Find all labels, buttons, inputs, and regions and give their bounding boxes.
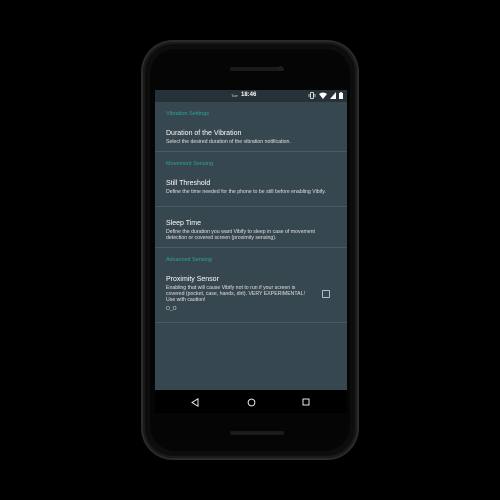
divider xyxy=(155,322,347,323)
pref-duration-summary: Select the desired duration of the vibra… xyxy=(166,139,291,145)
stage: Tue 18:46 Vibration Settings Duration of… xyxy=(0,0,500,500)
divider xyxy=(155,247,347,248)
home-icon xyxy=(247,398,256,407)
section-header-vibration: Vibration Settings xyxy=(166,111,210,117)
back-button[interactable] xyxy=(189,396,201,408)
status-day: Tue xyxy=(231,93,238,98)
back-icon xyxy=(191,397,199,407)
signal-icon xyxy=(330,92,336,99)
pref-proximity-emoticon: O_O xyxy=(166,306,177,312)
proximity-checkbox[interactable] xyxy=(322,290,330,298)
status-icons xyxy=(308,92,343,99)
divider xyxy=(155,151,347,152)
pref-proximity-summary: Enabling that will cause Vibify not to r… xyxy=(166,285,305,303)
screen: Tue 18:46 Vibration Settings Duration of… xyxy=(155,90,347,413)
status-bar: Tue 18:46 xyxy=(155,90,347,102)
pref-duration-title: Duration of the Vibration xyxy=(166,130,242,137)
pref-still-threshold-summary: Define the time needed for the phone to … xyxy=(166,189,326,195)
earpiece-speaker xyxy=(230,67,284,71)
home-button[interactable] xyxy=(245,396,257,408)
wifi-icon xyxy=(319,92,327,99)
pref-sleep-time-summary: Define the duration you want Vibify to s… xyxy=(166,229,315,241)
pref-still-threshold-title: Still Threshold xyxy=(166,180,211,187)
section-header-movement: Movement Sensing xyxy=(166,161,214,167)
recents-icon xyxy=(302,398,310,406)
navigation-bar xyxy=(155,390,347,413)
bottom-speaker xyxy=(230,431,284,435)
front-camera xyxy=(278,66,283,71)
pref-proximity-title: Proximity Sensor xyxy=(166,276,219,283)
recents-button[interactable] xyxy=(300,396,312,408)
divider xyxy=(155,206,347,207)
section-header-advanced: Advanced Sensing xyxy=(166,257,212,263)
battery-icon xyxy=(339,92,343,99)
vibrate-icon xyxy=(308,92,316,99)
pref-sleep-time-title: Sleep Time xyxy=(166,220,202,227)
status-time: 18:46 xyxy=(241,92,257,98)
settings-list: Vibration Settings Duration of the Vibra… xyxy=(155,102,347,390)
